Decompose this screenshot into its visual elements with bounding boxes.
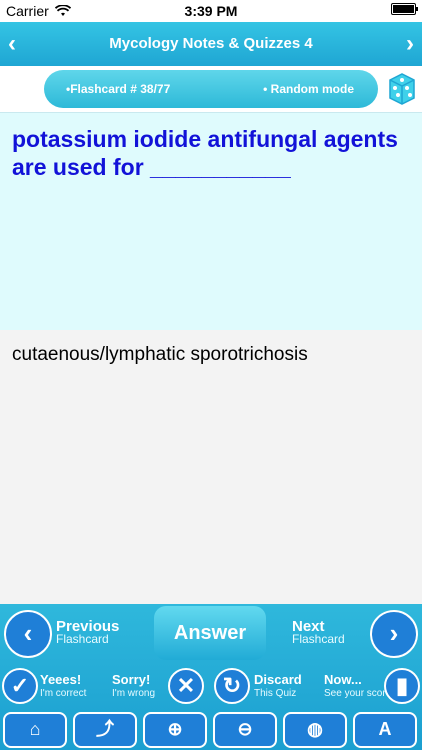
recycle-icon: ↻ (214, 668, 250, 704)
check-icon: ✓ (2, 668, 38, 704)
zoom-out-button[interactable]: ⊖ (213, 712, 277, 748)
page-title: Mycology Notes & Quizzes 4 (109, 35, 313, 52)
flashcard-nav-row: ‹ Previous Flashcard Answer Next Flashca… (0, 604, 422, 662)
next-flashcard-label[interactable]: Next Flashcard (292, 619, 345, 646)
score-title: Now... (324, 672, 362, 687)
flashcard-info-pill: •Flashcard # 38/77 • Random mode (44, 70, 378, 108)
correct-subtitle: I'm correct (40, 688, 87, 699)
paint-bucket-button[interactable]: ◍ (283, 712, 347, 748)
zoom-out-icon: ⊖ (237, 719, 253, 739)
dice-icon[interactable] (388, 70, 416, 106)
wrong-title: Sorry! (112, 672, 151, 687)
battery-icon (391, 3, 418, 15)
info-strip: •Flashcard # 38/77 • Random mode (0, 66, 422, 112)
question-panel: potassium iodide antifungal agents are u… (0, 112, 422, 330)
bottom-controls: ‹ Previous Flashcard Answer Next Flashca… (0, 604, 422, 750)
next-flashcard-button[interactable]: › (370, 610, 418, 658)
share-button[interactable]: ⤴ (73, 712, 137, 748)
random-mode-label: • Random mode (263, 82, 354, 96)
answer-text: cutaenous/lymphatic sporotrichosis (12, 344, 308, 365)
next-sublabel: Flashcard (292, 632, 345, 646)
tool-row: ⌂ ⤴ ⊕ ⊖ ◍ A (0, 710, 422, 750)
font-icon: A (378, 719, 392, 739)
home-icon: ⌂ (29, 719, 41, 739)
feedback-row: ✓ Yeees! I'm correct Sorry! I'm wrong ✕ … (0, 664, 422, 710)
correct-title: Yeees! (40, 672, 82, 687)
paint-bucket-icon: ◍ (307, 719, 323, 739)
zoom-in-icon: ⊕ (167, 719, 183, 739)
status-right (391, 3, 418, 15)
home-button[interactable]: ⌂ (3, 712, 67, 748)
app-header: ‹ Mycology Notes & Quizzes 4 › (0, 22, 422, 66)
chart-icon: ▮ (384, 668, 420, 704)
correct-button[interactable]: ✓ Yeees! I'm correct (0, 666, 102, 710)
status-bar: Carrier 3:39 PM (0, 0, 422, 22)
wrong-button[interactable]: Sorry! I'm wrong ✕ (106, 666, 208, 710)
font-button[interactable]: A (353, 712, 417, 748)
previous-flashcard-label[interactable]: Previous Flashcard (56, 619, 119, 645)
discard-subtitle: This Quiz (254, 688, 297, 699)
score-subtitle: See your score (324, 688, 392, 699)
previous-flashcard-button[interactable]: ‹ (4, 610, 52, 658)
x-icon: ✕ (168, 668, 204, 704)
flashcard-counter: •Flashcard # 38/77 (66, 82, 171, 96)
answer-panel: cutaenous/lymphatic sporotrichosis (0, 330, 422, 604)
score-button[interactable]: Now... See your score ▮ (318, 666, 420, 710)
chevron-right-icon[interactable]: › (406, 30, 414, 58)
wrong-subtitle: I'm wrong (112, 688, 156, 699)
question-text: potassium iodide antifungal agents are u… (12, 126, 398, 180)
discard-quiz-button[interactable]: ↻ Discard This Quiz (212, 666, 314, 710)
share-icon: ⤴ (96, 719, 114, 739)
answer-button[interactable]: Answer (154, 606, 266, 660)
discard-title: Discard (254, 672, 302, 687)
clock: 3:39 PM (184, 3, 238, 19)
zoom-in-button[interactable]: ⊕ (143, 712, 207, 748)
